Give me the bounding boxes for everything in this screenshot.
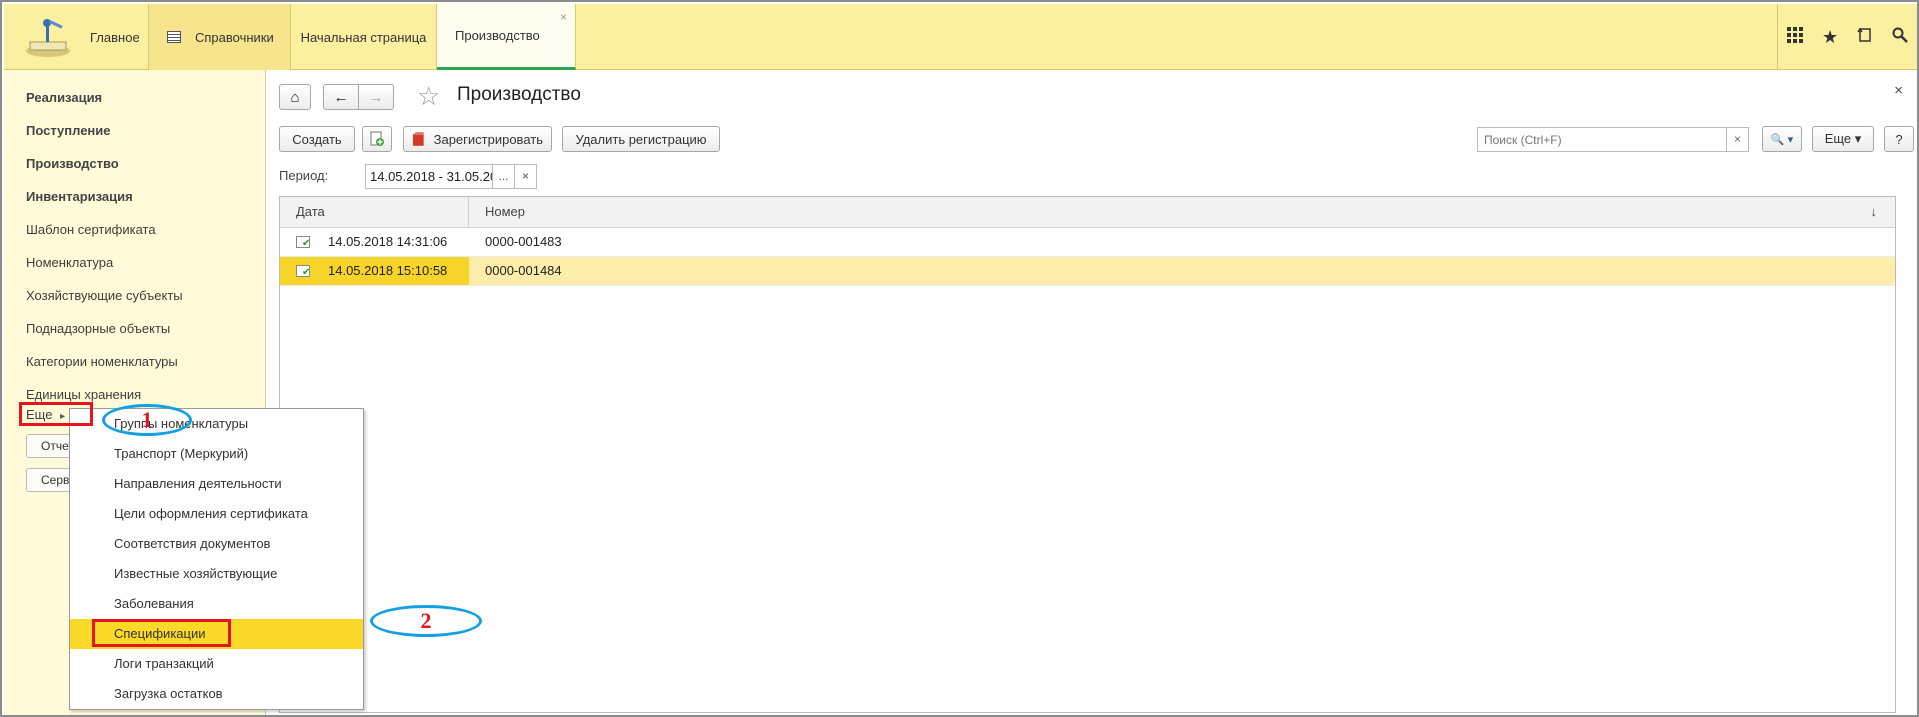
sidebar-item-business-entities[interactable]: Хозяйствующие субъекты — [26, 288, 183, 303]
directories-label: Справочники — [195, 29, 274, 45]
sidebar-section-sales[interactable]: Реализация — [26, 90, 102, 105]
menu-item-document-matches[interactable]: Соответствия документов — [70, 529, 363, 559]
list-icon — [167, 31, 181, 43]
main-area: ⌂ ← → ☆ Производство × Создать Зарегистр… — [267, 70, 1917, 715]
apps-grid-icon[interactable] — [1778, 26, 1813, 48]
register-label: Зарегистрировать — [433, 131, 543, 147]
sidebar-item-supervised-objects[interactable]: Поднадзорные объекты — [26, 321, 170, 336]
step-number: 1 — [141, 407, 153, 432]
period-clear-button[interactable]: × — [515, 164, 537, 189]
search-options-icon: 🔍 ▾ — [1770, 133, 1794, 146]
menu-item-transport[interactable]: Транспорт (Меркурий) — [70, 439, 363, 469]
delete-registration-button[interactable]: Удалить регистрацию — [562, 126, 720, 152]
favorite-star-icon[interactable]: ☆ — [417, 81, 440, 112]
menu-item-diseases[interactable]: Заболевания — [70, 589, 363, 619]
more-dropdown-menu: Группы номенклатуры Транспорт (Меркурий)… — [69, 408, 364, 710]
posted-document-icon — [296, 265, 310, 278]
menu-item-activity-directions[interactable]: Направления деятельности — [70, 469, 363, 499]
arrow-left-icon: ← — [333, 88, 349, 106]
home-button[interactable]: ⌂ — [279, 84, 311, 110]
search-options-button[interactable]: 🔍 ▾ — [1762, 126, 1802, 152]
help-button[interactable]: ? — [1884, 126, 1914, 152]
sidebar-section-inventory[interactable]: Инвентаризация — [26, 189, 133, 204]
app-window: Главное Справочники Начальная страница П… — [0, 0, 1919, 717]
section-main[interactable]: Главное — [4, 4, 149, 70]
top-bar: Главное Справочники Начальная страница П… — [4, 4, 1917, 70]
register-button[interactable]: Зарегистрировать — [403, 126, 552, 152]
section-directories[interactable]: Справочники — [149, 4, 291, 70]
sidebar-item-nomenclature-categories[interactable]: Категории номенклатуры — [26, 354, 178, 369]
top-icons: ★ — [1777, 4, 1917, 70]
home-icon: ⌂ — [290, 88, 300, 106]
search-input[interactable] — [1477, 127, 1727, 152]
annotation-highlight-more — [19, 402, 93, 426]
cell-number: 0000-001484 — [485, 263, 562, 278]
create-button[interactable]: Создать — [279, 126, 355, 152]
sidebar-item-nomenclature[interactable]: Номенклатура — [26, 255, 113, 270]
back-button[interactable]: ← — [323, 84, 359, 110]
close-icon[interactable]: × — [560, 10, 567, 24]
tab-label: Начальная страница — [300, 29, 427, 45]
register-icon — [412, 132, 424, 146]
menu-item-load-balances[interactable]: Загрузка остатков — [70, 679, 363, 709]
column-header-number[interactable]: Номер — [469, 197, 1849, 227]
period-label: Период: — [279, 168, 329, 183]
tab-label: Производство — [455, 28, 540, 43]
menu-item-certificate-purposes[interactable]: Цели оформления сертификата — [70, 499, 363, 529]
annotation-step-1: 1 — [102, 404, 192, 436]
sidebar-section-production[interactable]: Производство — [26, 156, 119, 171]
step-number: 2 — [420, 608, 432, 633]
star-icon[interactable]: ★ — [1813, 27, 1848, 48]
arrow-right-icon: → — [368, 88, 384, 106]
period-pick-button[interactable]: ... — [493, 164, 515, 189]
add-document-icon — [370, 131, 384, 146]
period-field[interactable]: 14.05.2018 - 31.05.2018 — [365, 164, 493, 189]
table-row[interactable]: 14.05.2018 14:31:06 0000-001483 — [280, 228, 1895, 257]
main-label: Главное — [90, 29, 140, 45]
app-logo-icon — [24, 16, 76, 58]
more-actions-button[interactable]: Еще ▾ — [1812, 126, 1874, 152]
page-title: Производство — [457, 84, 581, 105]
annotation-highlight-specifications — [92, 619, 231, 647]
copy-button[interactable] — [362, 126, 392, 152]
table-header: Дата Номер ↓ — [280, 197, 1895, 228]
sidebar-item-storage-units[interactable]: Единицы хранения — [26, 387, 141, 402]
menu-item-known-entities[interactable]: Известные хозяйствующие — [70, 559, 363, 589]
history-icon[interactable] — [1848, 27, 1883, 48]
sort-arrow-icon[interactable]: ↓ — [1871, 197, 1878, 227]
search-clear-icon[interactable]: × — [1727, 127, 1749, 152]
column-header-date[interactable]: Дата — [280, 197, 469, 227]
tab-home-page[interactable]: Начальная страница — [291, 4, 437, 70]
sidebar-section-receipts[interactable]: Поступление — [26, 123, 111, 138]
table-row-selected[interactable]: 14.05.2018 15:10:58 0000-001484 — [280, 257, 1895, 286]
cell-number: 0000-001483 — [485, 234, 562, 249]
forward-button[interactable]: → — [358, 84, 394, 110]
cell-date: 14.05.2018 14:31:06 — [328, 234, 448, 249]
sidebar-item-certificate-template[interactable]: Шаблон сертификата — [26, 222, 156, 237]
close-icon[interactable]: × — [1894, 82, 1903, 99]
menu-item-transaction-logs[interactable]: Логи транзакций — [70, 649, 363, 679]
documents-table: Дата Номер ↓ 14.05.2018 14:31:06 0000-00… — [279, 196, 1896, 713]
search-icon[interactable] — [1882, 27, 1917, 48]
tab-production[interactable]: Производство × — [437, 4, 576, 70]
annotation-step-2: 2 — [370, 605, 482, 637]
